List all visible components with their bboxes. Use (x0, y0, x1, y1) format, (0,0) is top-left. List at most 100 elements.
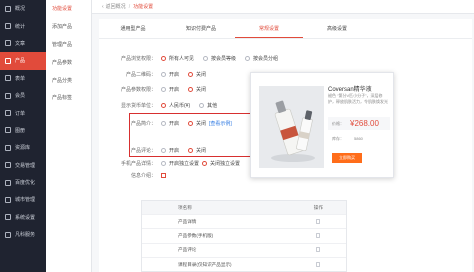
location-icon (5, 196, 11, 203)
sidebar-item-forms[interactable]: 表单 (0, 70, 46, 87)
document-icon (5, 40, 11, 47)
browse-permission-row: 产品浏览权限： 所有人可见 按会员等级 按会员分组 (99, 53, 287, 63)
delete-icon[interactable] (316, 247, 321, 253)
breadcrumb: ‹ 返回概况 / 功能设置 (92, 0, 474, 14)
info-tabs-checkbox[interactable] (161, 172, 166, 178)
user-icon (5, 92, 11, 99)
radio-indicator (161, 102, 166, 108)
sidebar-item-products[interactable]: 产品 (0, 52, 46, 70)
tab-general-settings[interactable]: 常规设置 (235, 19, 303, 38)
sidebar-item-resources[interactable]: 资源库 (0, 139, 46, 156)
folder-icon (5, 144, 11, 151)
table-row: 课程目录(仅知识产品显示) (142, 258, 346, 272)
radio-indicator (203, 55, 209, 61)
radio-indicator (188, 71, 194, 77)
table-header-name: 项名称 (178, 204, 192, 210)
radio-qr-off[interactable]: 关闭 (188, 71, 206, 78)
popup-price-box: 价格： ¥268.00 (328, 117, 390, 130)
info-tabs-table: 项名称 操作 产品详情 产品参数(手机版) 产品评论 课程目录(仅知识产品显示) (141, 200, 347, 272)
subnav-item-add-product[interactable]: 添加产品 (46, 18, 91, 36)
radio-by-level[interactable]: 按会员等级 (203, 55, 236, 62)
params-row: 产品参数权限： 开启 关闭 (99, 84, 215, 94)
sidebar-item-services[interactable]: 凡科服务 (0, 226, 46, 243)
browse-permission-label: 产品浏览权限： (120, 55, 156, 62)
sidebar-item-seo[interactable]: 百度优化 (0, 174, 46, 191)
mobile-detail-row: 手机产品详情： 开启独立设置 关闭独立设置 (99, 158, 249, 168)
tab-bar: 通用型产品 知识付费产品 常规设置 高级设置 (99, 19, 472, 39)
radio-currency-other[interactable]: 其他 (199, 102, 217, 109)
breadcrumb-back-link[interactable]: 返回概况 (106, 3, 126, 10)
tab-knowledge-product[interactable]: 知识付费产品 (167, 19, 235, 38)
buy-now-button[interactable]: 立即购买 (332, 153, 362, 163)
subnav-item-product-categories[interactable]: 产品分类 (46, 71, 91, 89)
currency-row: 显示货币单位： 人民币(¥) 其他 (99, 100, 226, 110)
popup-product-name: Coversan精华液 (328, 87, 372, 93)
sidebar-item-overview[interactable]: 概况 (0, 0, 46, 17)
table-header-action: 操作 (313, 204, 323, 210)
wallet-icon (5, 162, 11, 169)
mobile-detail-label: 手机产品详情： (120, 160, 156, 167)
app-root: 概况 统计 文章 产品 表单 会员 订单 图册 资源库 交易管理 百度优化 城市… (0, 0, 474, 272)
sidebar-item-orders[interactable]: 订单 (0, 104, 46, 121)
service-icon (5, 231, 11, 238)
table-cell-name: 产品参数(手机版) (178, 232, 214, 238)
radio-by-group[interactable]: 按会员分组 (245, 55, 278, 62)
popup-price-value: ¥268.00 (350, 119, 379, 128)
radio-indicator (245, 55, 251, 61)
radio-indicator (161, 55, 166, 61)
subnav-item-feature-settings[interactable]: 功能设置 (46, 0, 91, 18)
radio-params-on[interactable]: 开启 (161, 86, 179, 93)
popup-price-label: 价格： (332, 120, 344, 126)
radio-currency-rmb[interactable]: 人民币(¥) (161, 102, 190, 109)
table-cell-name: 产品评论 (178, 247, 197, 253)
sidebar-item-stats[interactable]: 统计 (0, 17, 46, 34)
table-cell-name: 产品详情 (178, 218, 197, 224)
chart-icon (5, 23, 11, 30)
tab-advanced-settings[interactable]: 高级设置 (303, 19, 371, 38)
secondary-sidebar: 功能设置 添加产品 管理产品 产品参数 产品分类 产品标签 (46, 0, 92, 272)
sidebar-item-system-settings[interactable]: 系统设置 (0, 209, 46, 226)
table-cell-action (291, 218, 346, 225)
radio-indicator (161, 86, 166, 92)
product-image (259, 86, 324, 168)
sidebar-item-cities[interactable]: 城市管理 (0, 191, 46, 208)
popup-product-description: 褪色 “第分V匹小分子”，深层修护，释放肌肤活力，令肌肤焕发光彩 (328, 93, 388, 104)
table-row: 产品详情 (142, 215, 346, 230)
delete-icon[interactable] (316, 261, 321, 267)
primary-sidebar: 概况 统计 文章 产品 表单 会员 订单 图册 资源库 交易管理 百度优化 城市… (0, 0, 46, 272)
form-icon (5, 75, 11, 82)
subnav-item-manage-products[interactable]: 管理产品 (46, 36, 91, 54)
table-cell-name: 课程目录(仅知识产品显示) (178, 261, 232, 267)
sidebar-item-transactions[interactable]: 交易管理 (0, 157, 46, 174)
table-row: 产品评论 (142, 244, 346, 258)
radio-mobile-independent-on[interactable]: 开启独立设置 (161, 160, 199, 167)
radio-params-off[interactable]: 关闭 (188, 86, 206, 93)
subnav-item-product-tags[interactable]: 产品标签 (46, 89, 91, 107)
params-label: 产品参数权限： (120, 86, 156, 93)
sidebar-item-albums[interactable]: 图册 (0, 122, 46, 139)
radio-mobile-independent-off[interactable]: 关闭独立设置 (202, 160, 240, 167)
breadcrumb-current: 功能设置 (133, 4, 154, 10)
gear-icon (5, 214, 11, 221)
order-icon (5, 110, 11, 117)
radio-qr-on[interactable]: 开启 (161, 71, 179, 78)
radio-all-visible[interactable]: 所有人可见 (161, 55, 194, 62)
delete-icon[interactable] (316, 218, 321, 224)
sidebar-item-articles[interactable]: 文章 (0, 35, 46, 52)
breadcrumb-separator: / (128, 3, 131, 10)
table-row: 产品参数(手机版) (142, 229, 346, 244)
tab-general-product[interactable]: 通用型产品 (99, 19, 167, 38)
back-arrow-icon[interactable]: ‹ (102, 4, 104, 10)
delete-icon[interactable] (316, 232, 321, 238)
radio-indicator (188, 86, 194, 92)
table-header: 项名称 操作 (142, 201, 346, 216)
product-bottle-illustration (259, 86, 324, 168)
highlight-box (129, 113, 257, 157)
sidebar-item-members[interactable]: 会员 (0, 87, 46, 104)
popup-stock-value: 5860 (354, 136, 363, 141)
table-cell-action (291, 232, 346, 239)
radio-indicator (199, 102, 205, 108)
subnav-item-product-params[interactable]: 产品参数 (46, 53, 91, 71)
seo-icon (5, 179, 11, 186)
info-tabs-label: 信息介绍： (130, 172, 156, 179)
